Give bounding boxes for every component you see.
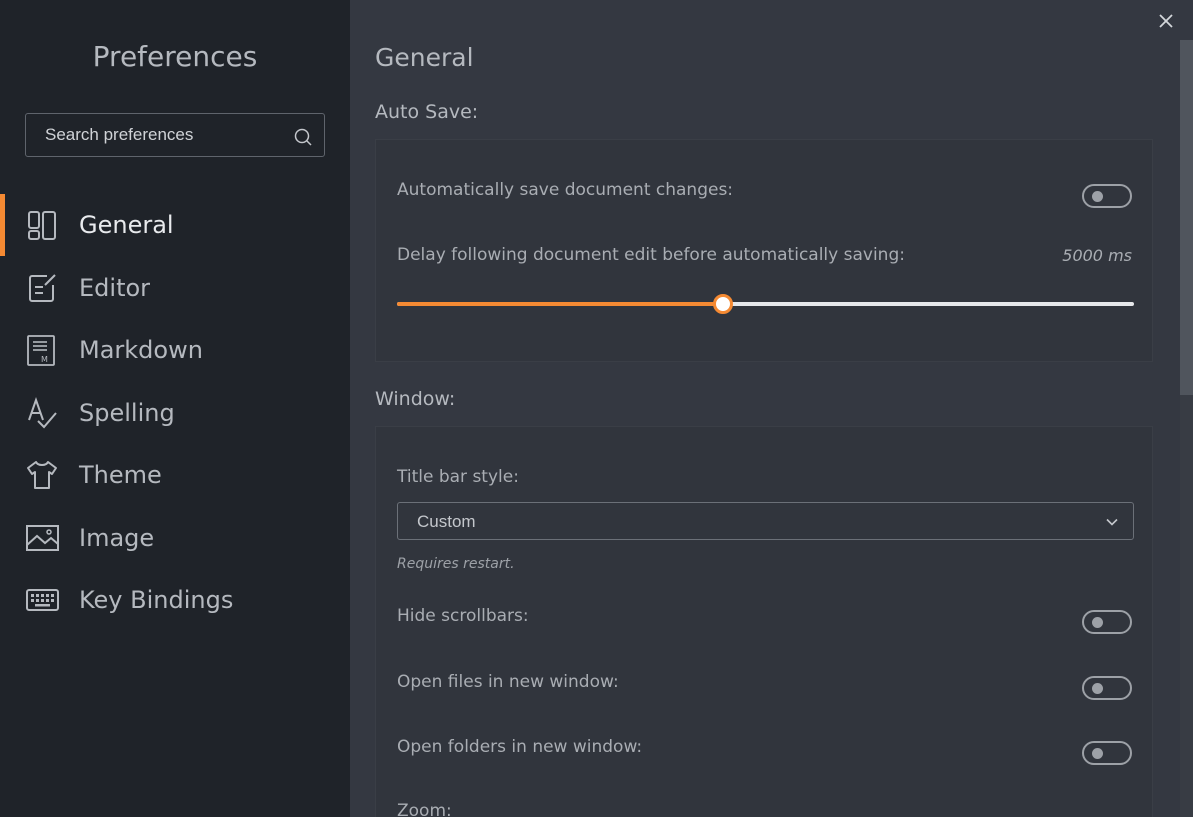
hide-scrollbars-label: Hide scrollbars:	[397, 606, 529, 626]
scrollbar-thumb[interactable]	[1180, 40, 1193, 395]
window-card: Title bar style: Custom Requires restart…	[375, 426, 1153, 817]
theme-icon	[27, 461, 57, 489]
sidebar-item-label: Markdown	[79, 336, 203, 365]
search-box	[25, 113, 325, 157]
close-icon[interactable]	[1157, 12, 1175, 30]
sidebar-item-label: Image	[79, 523, 155, 552]
delay-value: 5000 ms	[1062, 246, 1132, 265]
sidebar-item-editor[interactable]: Editor	[0, 257, 350, 320]
sidebar-item-label: Editor	[79, 273, 151, 302]
sidebar-item-theme[interactable]: Theme	[0, 444, 350, 507]
sidebar-title: Preferences	[92, 40, 258, 73]
general-icon	[28, 211, 56, 240]
auto-save-toggle[interactable]	[1082, 184, 1132, 208]
toggle-knob	[1092, 617, 1103, 628]
sidebar: Preferences General Editor	[0, 0, 350, 817]
markdown-icon: M	[27, 335, 55, 366]
toggle-knob	[1092, 683, 1103, 694]
keyboard-icon	[26, 589, 59, 611]
chevron-down-icon	[1106, 518, 1118, 526]
search-icon[interactable]	[293, 127, 313, 147]
sidebar-item-key-bindings[interactable]: Key Bindings	[0, 569, 350, 632]
page-title: General	[375, 43, 474, 72]
slider-thumb[interactable]	[713, 294, 734, 314]
open-files-label: Open files in new window:	[397, 672, 619, 692]
sidebar-item-image[interactable]: Image	[0, 507, 350, 570]
sidebar-item-label: Theme	[79, 461, 162, 490]
svg-text:M: M	[41, 355, 48, 364]
restart-note: Requires restart.	[397, 556, 515, 572]
sidebar-item-spelling[interactable]: Spelling	[0, 382, 350, 445]
hide-scrollbars-toggle[interactable]	[1082, 610, 1132, 634]
window-section-title: Window:	[375, 388, 456, 410]
open-folders-label: Open folders in new window:	[397, 737, 643, 757]
main-panel: General Auto Save: Automatically save do…	[350, 0, 1193, 817]
spelling-icon	[28, 396, 57, 428]
sidebar-item-label: Key Bindings	[79, 586, 234, 615]
toggle-knob	[1092, 191, 1103, 202]
slider-fill	[397, 302, 724, 306]
sidebar-item-general[interactable]: General	[0, 194, 350, 257]
auto-save-section-title: Auto Save:	[375, 101, 479, 123]
image-icon	[26, 524, 59, 551]
search-input[interactable]	[26, 114, 286, 156]
toggle-knob	[1092, 748, 1103, 759]
auto-save-card: Automatically save document changes: Del…	[375, 139, 1153, 362]
title-bar-select[interactable]: Custom	[397, 502, 1134, 540]
sidebar-item-markdown[interactable]: M Markdown	[0, 319, 350, 382]
zoom-label: Zoom:	[397, 801, 452, 817]
title-bar-select-value: Custom	[417, 512, 476, 531]
open-folders-toggle[interactable]	[1082, 741, 1132, 765]
delay-label: Delay following document edit before aut…	[397, 245, 905, 265]
open-files-toggle[interactable]	[1082, 676, 1132, 700]
sidebar-nav: General Editor M Markdown Spelling Theme…	[0, 194, 350, 632]
sidebar-item-label: Spelling	[79, 398, 175, 427]
auto-save-label: Automatically save document changes:	[397, 180, 734, 200]
title-bar-label: Title bar style:	[397, 467, 519, 487]
sidebar-item-label: General	[79, 211, 174, 240]
delay-slider[interactable]	[397, 294, 1134, 314]
editor-icon	[29, 273, 56, 302]
